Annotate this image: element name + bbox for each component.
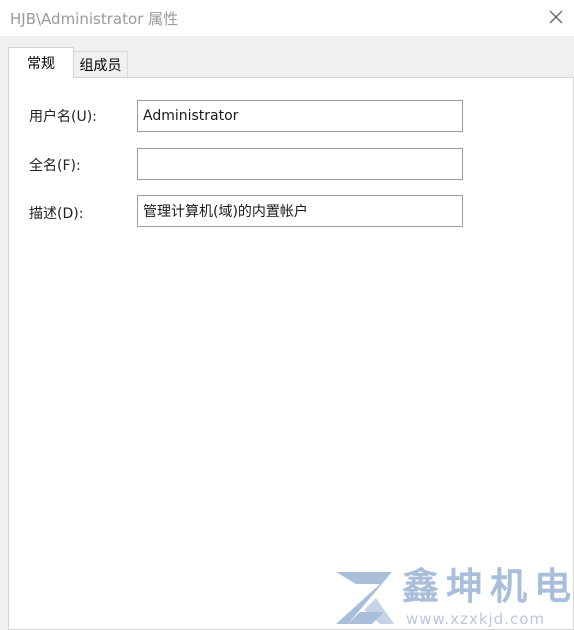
close-icon xyxy=(549,10,563,24)
watermark-url: www.xzxkjd.com xyxy=(406,610,546,628)
title-bar: HJB\Administrator 属性 xyxy=(0,0,574,36)
description-label: 描述(D): xyxy=(29,206,84,222)
tab-panel-general: 用户名(U): 全名(F): 描述(D): xyxy=(8,77,574,630)
fullname-label: 全名(F): xyxy=(29,158,81,174)
description-field[interactable] xyxy=(137,195,463,227)
xz-logo-icon xyxy=(336,572,394,624)
dialog-client-area: 常规 组成员 用户名(U): 全名(F): 描述(D): xyxy=(0,36,574,630)
watermark: 鑫坤机电 www.xzxkjd.com xyxy=(334,566,574,630)
username-field[interactable] xyxy=(137,100,463,132)
tab-general[interactable]: 常规 xyxy=(8,47,74,78)
window-title: HJB\Administrator 属性 xyxy=(10,10,179,28)
tab-member-of[interactable]: 组成员 xyxy=(74,51,128,77)
fullname-field[interactable] xyxy=(137,148,463,180)
username-label: 用户名(U): xyxy=(29,109,97,125)
close-button[interactable] xyxy=(538,2,574,32)
properties-dialog: HJB\Administrator 属性 常规 组成员 用户名(U): 全名(F… xyxy=(0,0,574,630)
watermark-brand: 鑫坤机电 xyxy=(402,565,574,608)
